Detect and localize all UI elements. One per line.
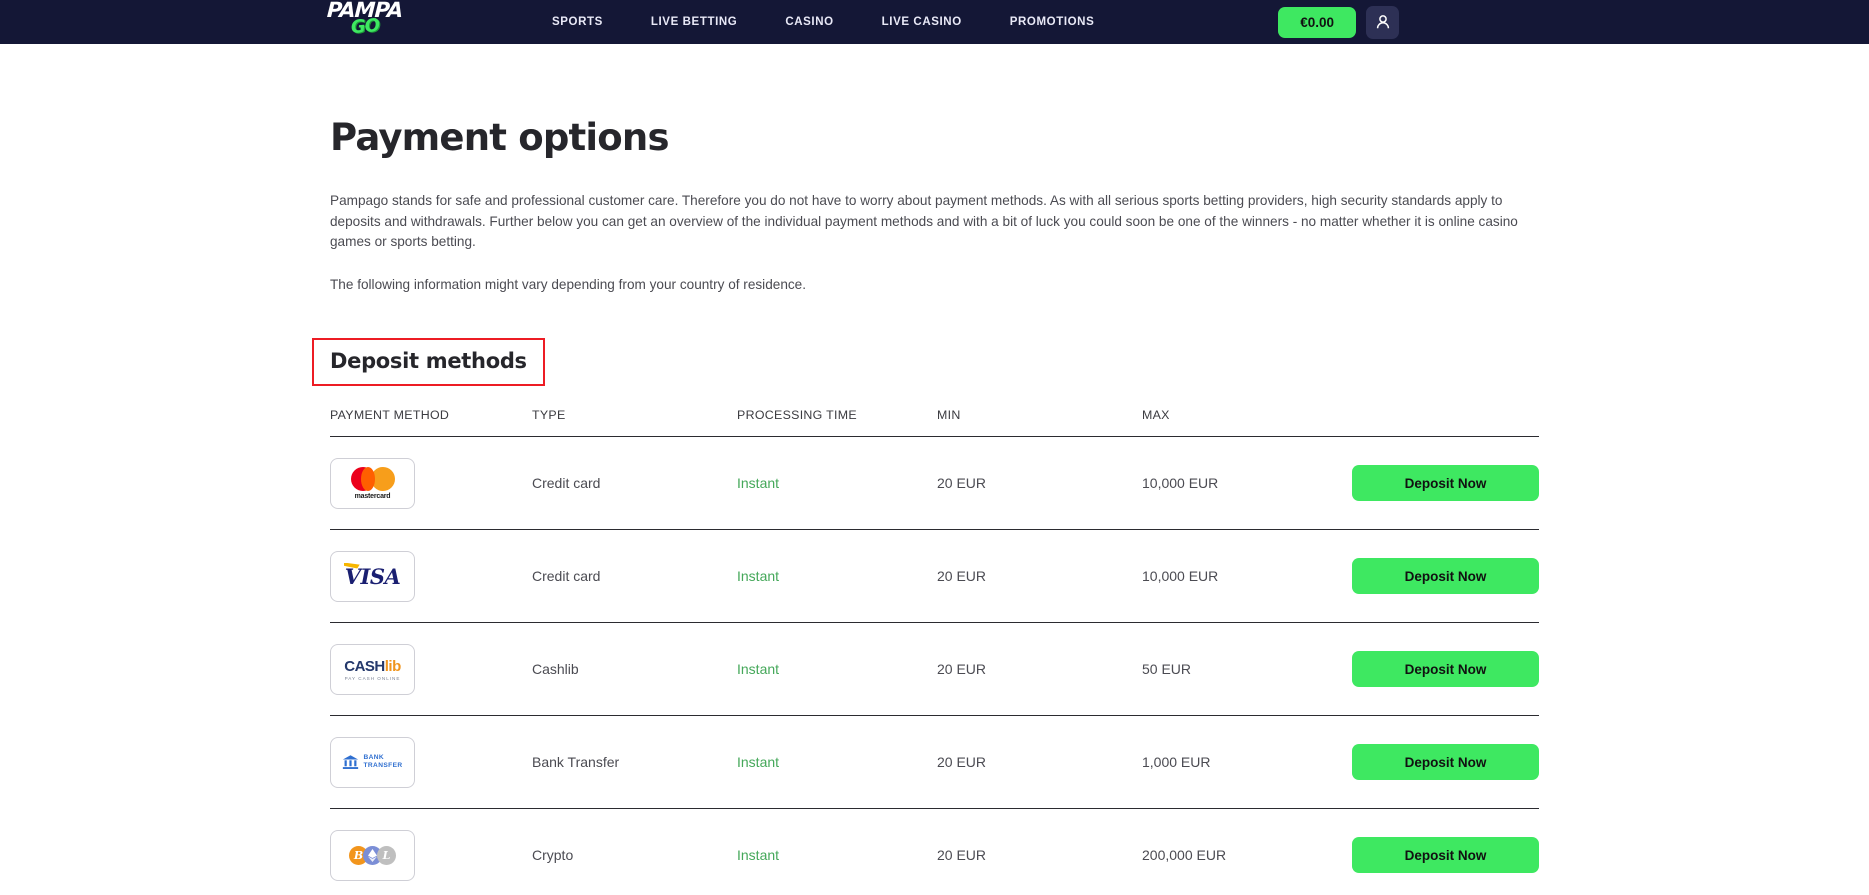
litecoin-icon: L bbox=[377, 845, 396, 865]
payment-method-cell: BANK TRANSFER bbox=[330, 736, 532, 788]
min-cell: 20 EUR bbox=[937, 568, 987, 584]
table-row: mastercard Credit card Instant 20 EUR 10… bbox=[330, 437, 1539, 530]
min-cell: 20 EUR bbox=[937, 475, 987, 491]
table-row: CASHlib PAY CASH ONLINE Cashlib Instant … bbox=[330, 623, 1539, 716]
max-cell: 10,000 EUR bbox=[1142, 568, 1219, 584]
type-cell: Crypto bbox=[532, 847, 574, 863]
column-header-processing-time: PROCESSING TIME bbox=[737, 408, 857, 422]
nav-item-sports[interactable]: SPORTS bbox=[528, 16, 627, 28]
bank-transfer-wordmark: BANK TRANSFER bbox=[363, 754, 403, 769]
table-row: B L Crypto Instant 20 EUR 200,000 EUR De… bbox=[330, 809, 1539, 895]
max-cell: 200,000 EUR bbox=[1142, 847, 1227, 863]
mastercard-wordmark: mastercard bbox=[354, 492, 391, 500]
column-header-payment-method: PAYMENT METHOD bbox=[330, 408, 450, 422]
max-cell: 50 EUR bbox=[1142, 661, 1192, 677]
payment-method-cell: CASHlib PAY CASH ONLINE bbox=[330, 643, 532, 695]
column-header-max: MAX bbox=[1142, 408, 1170, 422]
payment-method-cell: mastercard bbox=[330, 457, 532, 509]
max-cell: 1,000 EUR bbox=[1142, 754, 1211, 770]
deposit-methods-table: PAYMENT METHOD TYPE PROCESSING TIME MIN … bbox=[330, 408, 1539, 895]
nav-item-promotions[interactable]: PROMOTIONS bbox=[986, 16, 1119, 28]
site-logo[interactable]: PAMPA GO bbox=[326, 0, 407, 44]
visa-logo: VISA bbox=[330, 550, 415, 602]
cashlib-logo: CASHlib PAY CASH ONLINE bbox=[330, 643, 415, 695]
page-title: Payment options bbox=[330, 116, 669, 159]
column-header-min: MIN bbox=[937, 408, 961, 422]
table-row: VISA Credit card Instant 20 EUR 10,000 E… bbox=[330, 530, 1539, 623]
logo-text-go: GO bbox=[350, 15, 380, 38]
bank-transfer-logo: BANK TRANSFER bbox=[330, 736, 415, 788]
crypto-logo: B L bbox=[330, 829, 415, 881]
min-cell: 20 EUR bbox=[937, 847, 987, 863]
deposit-now-button[interactable]: Deposit Now bbox=[1352, 651, 1539, 687]
deposit-now-button[interactable]: Deposit Now bbox=[1352, 744, 1539, 780]
deposit-now-button[interactable]: Deposit Now bbox=[1352, 558, 1539, 594]
balance-button[interactable]: €0.00 bbox=[1278, 6, 1356, 38]
mastercard-circles-icon bbox=[350, 466, 395, 491]
cashlib-tagline: PAY CASH ONLINE bbox=[344, 675, 401, 681]
type-cell: Bank Transfer bbox=[532, 754, 620, 770]
bank-icon bbox=[343, 755, 359, 769]
payment-method-cell: B L bbox=[330, 829, 532, 881]
table-header-row: PAYMENT METHOD TYPE PROCESSING TIME MIN … bbox=[330, 408, 1539, 437]
type-cell: Credit card bbox=[532, 475, 601, 491]
header-actions: €0.00 bbox=[1278, 5, 1869, 39]
nav-item-live-betting[interactable]: LIVE BETTING bbox=[627, 16, 761, 28]
deposit-methods-heading-highlight: Deposit methods bbox=[312, 338, 545, 386]
processing-time-cell: Instant bbox=[737, 661, 780, 677]
intro-paragraph-1: Pampago stands for safe and professional… bbox=[330, 193, 1518, 249]
min-cell: 20 EUR bbox=[937, 754, 987, 770]
processing-time-cell: Instant bbox=[737, 847, 780, 863]
cashlib-wordmark: CASHlib bbox=[344, 657, 401, 675]
payment-method-cell: VISA bbox=[330, 550, 532, 602]
table-row: BANK TRANSFER Bank Transfer Instant 20 EU… bbox=[330, 716, 1539, 809]
visa-wordmark: VISA bbox=[344, 563, 401, 589]
min-cell: 20 EUR bbox=[937, 661, 987, 677]
type-cell: Cashlib bbox=[532, 661, 579, 677]
mastercard-logo: mastercard bbox=[330, 457, 415, 509]
page-content: Payment options Pampago stands for safe … bbox=[0, 116, 1869, 895]
main-navigation: SPORTS LIVE BETTING CASINO LIVE CASINO P… bbox=[528, 16, 1118, 28]
account-button[interactable] bbox=[1366, 5, 1399, 39]
processing-time-cell: Instant bbox=[737, 754, 780, 770]
column-header-type: TYPE bbox=[532, 408, 566, 422]
user-icon bbox=[1376, 15, 1389, 29]
section-heading: Deposit methods bbox=[330, 349, 527, 373]
processing-time-cell: Instant bbox=[737, 568, 780, 584]
deposit-now-button[interactable]: Deposit Now bbox=[1352, 837, 1539, 873]
site-header: PAMPA GO SPORTS LIVE BETTING CASINO LIVE… bbox=[0, 0, 1869, 44]
nav-item-live-casino[interactable]: LIVE CASINO bbox=[858, 16, 986, 28]
type-cell: Credit card bbox=[532, 568, 601, 584]
max-cell: 10,000 EUR bbox=[1142, 475, 1219, 491]
deposit-now-button[interactable]: Deposit Now bbox=[1352, 465, 1539, 501]
intro-paragraph-2: The following information might vary dep… bbox=[330, 276, 807, 292]
processing-time-cell: Instant bbox=[737, 475, 780, 491]
nav-item-casino[interactable]: CASINO bbox=[761, 16, 857, 28]
